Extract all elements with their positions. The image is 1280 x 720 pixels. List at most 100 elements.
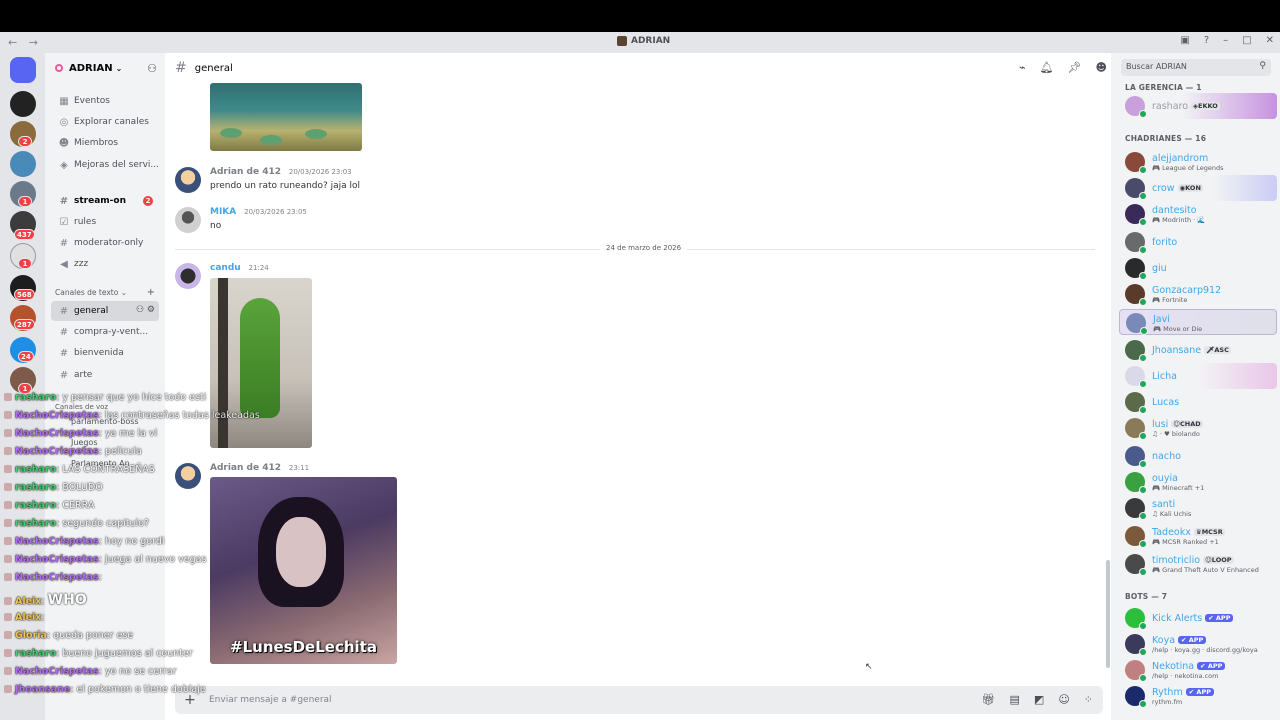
unread-badge: 568 (14, 289, 35, 300)
guild-tag: ◈EKKO (1191, 102, 1220, 110)
message-composer[interactable]: + Enviar mensaje a #general 🎁︎ ▤ ◩ ☺ ⁘ (175, 686, 1103, 714)
add-channel-icon[interactable]: + (147, 287, 155, 298)
member-row[interactable]: dantesito 🎮 Modrinth · 🌊 (1119, 201, 1277, 227)
channel-general[interactable]: # general ⚇ ⚙ (51, 301, 159, 321)
add-attachment-icon[interactable]: + (179, 689, 201, 711)
member-row[interactable]: Kick Alerts ✔ APP (1119, 605, 1277, 631)
emoji-icon[interactable]: ☺ (1058, 693, 1069, 706)
member-row[interactable]: Nekotina ✔ APP/help · nekotina.com (1119, 657, 1277, 683)
channel-arte[interactable]: # arte (51, 365, 159, 385)
avatar[interactable] (175, 463, 201, 489)
close-icon[interactable]: ✕ (1266, 35, 1274, 46)
channel-moderator-only[interactable]: # moderator-only (51, 233, 159, 253)
message-author[interactable]: MIKA (210, 207, 236, 217)
member-row[interactable]: nacho (1119, 443, 1277, 469)
member-row[interactable]: Rythm ✔ APP rythm.fm (1119, 683, 1277, 709)
message-timestamp: 21:24 (248, 264, 269, 272)
member-row[interactable]: lusi ☺CHAD ♫ · ♥ biolando (1119, 415, 1277, 441)
sticker-icon[interactable]: ◩ (1034, 693, 1044, 706)
server-icon-1[interactable] (10, 91, 36, 117)
message-author[interactable]: Adrian de 412 (210, 167, 281, 177)
ghost-channel: Parlamento An... (71, 459, 138, 468)
image-attachment[interactable]: #LunesDeLechita (210, 477, 397, 664)
message-text: prendo un rato runeando? jaja lol (210, 181, 361, 191)
member-row[interactable]: Licha (1119, 363, 1277, 389)
avatar[interactable] (175, 263, 201, 289)
sidebar-item-mejoras[interactable]: ◈ Mejoras del servi... (51, 155, 159, 175)
avatar (1125, 392, 1147, 414)
guild-header[interactable]: ADRIAN ⌄ ⚇ (45, 53, 165, 83)
sidebar-item-miembros[interactable]: ☻ Miembros (51, 133, 159, 153)
image-attachment[interactable] (210, 83, 362, 151)
chat-scrollbar[interactable] (1106, 560, 1110, 668)
invite-member-icon[interactable]: ⚇ (147, 62, 157, 75)
invite-icon[interactable]: ⚇ (136, 305, 144, 315)
ghost-channel: parlamento-boss (71, 417, 139, 426)
channel-rules[interactable]: ☑ rules (51, 212, 159, 232)
server-icon-3[interactable] (10, 151, 36, 177)
avatar (1125, 418, 1147, 440)
bell-icon[interactable]: 🔔︎ (1040, 61, 1054, 74)
sidebar-item-eventos[interactable]: ▦ Eventos (51, 91, 159, 111)
sidebar-item-explorar[interactable]: ◎ Explorar canales (51, 112, 159, 132)
sidebar-item-label: Explorar canales (74, 117, 149, 127)
pin-icon[interactable]: 📌︎ (1068, 61, 1082, 74)
member-row[interactable]: Javi 🎮 Move or Die (1119, 309, 1277, 335)
guild-tag: ♛MCSR (1193, 528, 1225, 536)
message-author[interactable]: Adrian de 412 (210, 463, 281, 473)
search-input[interactable]: Buscar ADRIAN ⚲ (1121, 59, 1271, 76)
guild-status-icon (55, 64, 63, 72)
member-name-row: Nekotina ✔ APP (1152, 661, 1226, 672)
minimize-icon[interactable]: – (1223, 35, 1228, 46)
mouse-cursor-icon: ↖ (865, 662, 873, 672)
avatar[interactable] (175, 207, 201, 233)
history-nav[interactable]: ← → (8, 36, 42, 49)
apps-icon[interactable]: ⁘ (1084, 693, 1093, 706)
member-row[interactable]: rasharo ◈EKKO (1119, 93, 1277, 119)
gift-icon[interactable]: 🎁︎ (982, 693, 996, 706)
avatar (1125, 340, 1147, 362)
channel-bienvenida[interactable]: # bienvenida (51, 343, 159, 363)
member-row[interactable]: Gonzacarp912 🎮 Fortnite (1119, 281, 1277, 307)
member-row[interactable]: crow ◉KON (1119, 175, 1277, 201)
member-row[interactable]: timotriclio ☺LOOP 🎮 Grand Theft Auto V Enh… (1119, 551, 1277, 577)
channel-stream-on[interactable]: # stream-on 2 (51, 191, 159, 211)
search-placeholder: Buscar ADRIAN (1126, 62, 1187, 71)
avatar[interactable] (175, 167, 201, 193)
member-row[interactable]: Lucas (1119, 389, 1277, 415)
member-name: ouyia (1152, 473, 1178, 484)
member-row[interactable]: Jhoansane 🗡ASC (1119, 337, 1277, 363)
gear-icon[interactable]: ⚙ (147, 305, 155, 315)
member-row[interactable]: forito (1119, 229, 1277, 255)
avatar (1125, 446, 1147, 468)
member-row[interactable]: santi ♫ Kali Uchis (1119, 495, 1277, 521)
message-author[interactable]: candu (210, 263, 241, 273)
channel-label: zzz (74, 259, 89, 269)
image-attachment[interactable] (210, 278, 312, 448)
threads-icon[interactable]: ⌁ (1019, 61, 1026, 74)
member-list-icon[interactable]: ☻ (1096, 61, 1107, 74)
member-group-label: BOTS — 7 (1125, 592, 1168, 601)
member-name-row: Javi (1153, 314, 1170, 325)
member-name: giu (1152, 263, 1167, 274)
member-name-row: alejjandrom (1152, 153, 1208, 164)
channel-label: compra-y-vent... (74, 327, 149, 337)
channel-compra-y-venta[interactable]: # compra-y-vent... (51, 322, 159, 342)
category-text-channels[interactable]: Canales de texto ⌄ + (55, 287, 155, 298)
member-row[interactable]: giu (1119, 255, 1277, 281)
avatar (1125, 258, 1147, 280)
help-icon[interactable]: ? (1204, 35, 1209, 46)
member-row[interactable]: Tadeokx ♛MCSR 🎮 MCSR Ranked +1 (1119, 523, 1277, 549)
home-icon[interactable] (10, 57, 36, 83)
member-row[interactable]: ouyia 🎮 Minecraft +1 (1119, 469, 1277, 495)
channel-label: bienvenida (74, 348, 124, 358)
gif-icon[interactable]: ▤ (1010, 693, 1020, 706)
inbox-icon[interactable]: ▣ (1180, 35, 1189, 46)
voice-channel-zzz[interactable]: ◀ zzz (51, 254, 159, 274)
avatar (1125, 634, 1147, 656)
member-row[interactable]: alejjandrom 🎮 League of Legends (1119, 149, 1277, 175)
maximize-icon[interactable]: □ (1242, 35, 1251, 46)
message: Adrian de 412 20/03/2026 23:03 prendo un… (175, 167, 775, 195)
message-header: MIKA 20/03/2026 23:05 (210, 207, 307, 217)
member-row[interactable]: Koya ✔ APP/help · koya.gg · discord.gg/ko… (1119, 631, 1277, 657)
